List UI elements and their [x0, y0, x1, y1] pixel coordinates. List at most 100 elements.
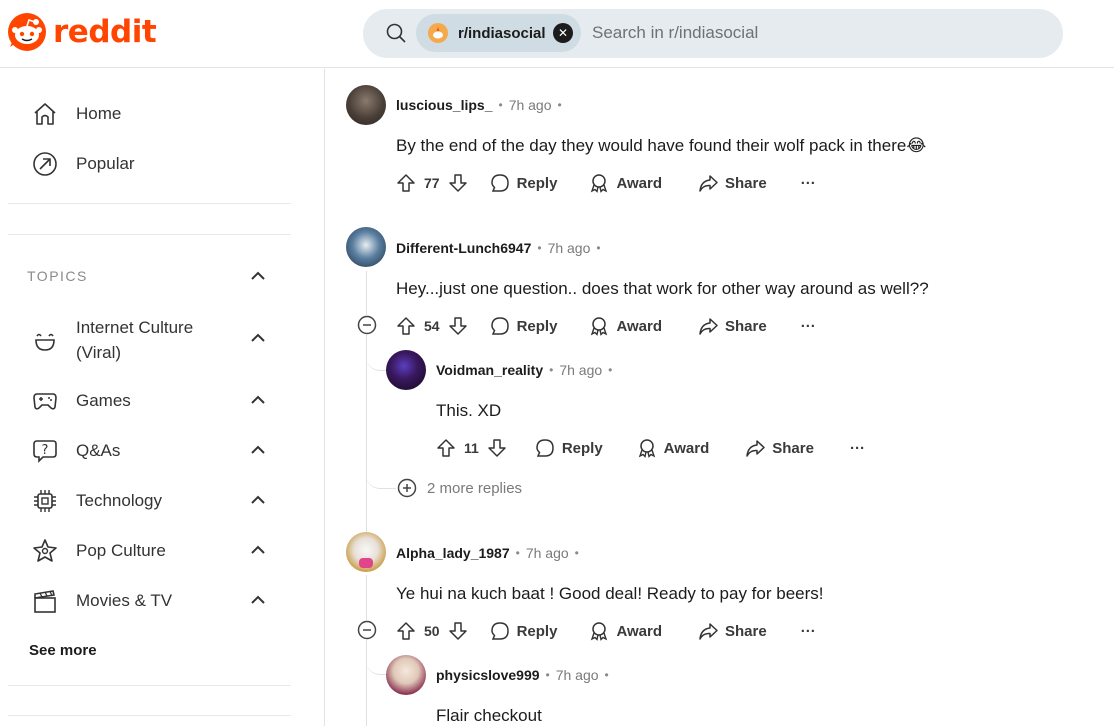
comment-bubble-icon: [490, 174, 509, 192]
avatar[interactable]: [346, 227, 386, 267]
share-button[interactable]: Share: [698, 173, 767, 193]
thread-line[interactable]: [366, 271, 367, 555]
more-options-button[interactable]: ···: [801, 175, 816, 192]
sidebar-topic-pop-culture[interactable]: Pop Culture: [32, 538, 166, 564]
chevron-up-icon[interactable]: [249, 544, 267, 556]
award-icon: [591, 174, 608, 193]
award-icon: [638, 439, 655, 458]
subreddit-filter-chip[interactable]: r/indiasocial ✕: [416, 14, 581, 52]
username[interactable]: Alpha_lady_1987: [396, 545, 510, 561]
chevron-up-icon[interactable]: [249, 332, 267, 344]
collapse-thread-icon[interactable]: [357, 620, 377, 640]
more-options-button[interactable]: ···: [850, 440, 865, 457]
see-more-link[interactable]: See more: [29, 642, 97, 659]
upvote-icon[interactable]: [396, 316, 416, 336]
avatar[interactable]: [346, 85, 386, 125]
share-button[interactable]: Share: [745, 438, 814, 458]
award-label: Award: [663, 439, 710, 457]
vote-count: 50: [424, 623, 440, 639]
comment-body: Hey...just one question.. does that work…: [396, 279, 929, 298]
sidebar-item-home[interactable]: Home: [32, 101, 121, 127]
more-options-button[interactable]: ···: [801, 623, 816, 640]
share-button[interactable]: Share: [698, 621, 767, 641]
reddit-logo[interactable]: reddit: [7, 12, 157, 52]
upvote-icon[interactable]: [436, 438, 456, 458]
comment-body: Ye hui na kuch baat ! Good deal! Ready t…: [396, 584, 824, 603]
downvote-icon[interactable]: [448, 316, 468, 336]
avatar-detail: [359, 558, 373, 568]
comment-actions: 54 Reply Award Share ···: [396, 314, 816, 338]
username[interactable]: Voidman_reality: [436, 362, 543, 378]
comment-body: By the end of the day they would have fo…: [396, 136, 927, 155]
share-icon: [699, 175, 718, 192]
share-button[interactable]: Share: [698, 316, 767, 336]
sidebar-item-popular[interactable]: Popular: [32, 151, 135, 177]
sidebar-topic-label: (Viral): [76, 343, 122, 362]
award-label: Award: [616, 622, 663, 640]
more-options-button[interactable]: ···: [801, 318, 816, 335]
sidebar-item-label: Popular: [76, 154, 135, 173]
gamepad-icon: [33, 393, 57, 410]
chevron-up-icon[interactable]: [249, 594, 267, 606]
separator: •: [498, 98, 503, 112]
chevron-up-icon[interactable]: [249, 444, 267, 456]
sidebar-divider: [8, 715, 291, 716]
share-icon: [699, 318, 718, 335]
chevron-up-icon[interactable]: [249, 494, 267, 506]
username[interactable]: Different-Lunch6947: [396, 240, 531, 256]
sidebar-topic-games[interactable]: Games: [32, 388, 131, 414]
downvote-icon[interactable]: [448, 621, 468, 641]
sidebar-topic-technology[interactable]: Technology: [32, 488, 162, 514]
comment-actions: 50 Reply Award Share ···: [396, 619, 816, 643]
award-button[interactable]: Award: [589, 316, 662, 336]
timestamp: 7h ago: [547, 240, 591, 256]
collapse-thread-icon[interactable]: [357, 315, 377, 335]
vote-control: 54: [396, 316, 468, 336]
reply-button[interactable]: Reply: [490, 173, 557, 193]
popular-icon: [33, 152, 57, 176]
subreddit-icon: [433, 27, 443, 39]
more-replies-button[interactable]: 2 more replies: [397, 478, 522, 498]
expand-icon: [397, 478, 417, 498]
reply-button[interactable]: Reply: [490, 316, 557, 336]
award-button[interactable]: Award: [589, 173, 662, 193]
close-icon: ✕: [557, 26, 569, 40]
vote-count: 77: [424, 175, 440, 191]
downvote-icon[interactable]: [448, 173, 468, 193]
chevron-up-icon[interactable]: [249, 394, 267, 406]
logo-text: reddit: [53, 14, 157, 50]
sidebar-topic-movies-tv[interactable]: Movies & TV: [32, 588, 172, 614]
remove-filter-button[interactable]: ✕: [553, 23, 573, 43]
vote-count: 54: [424, 318, 440, 334]
sidebar-topic-qas[interactable]: ? Q&As: [32, 438, 120, 464]
avatar[interactable]: [346, 532, 386, 572]
comment-meta: physicslove999 • 7h ago •: [436, 667, 615, 683]
sidebar-topic-label: Pop Culture: [76, 541, 166, 560]
thread-connector: [366, 471, 396, 489]
reply-button[interactable]: Reply: [490, 621, 557, 641]
sidebar-topic-internet-culture[interactable]: Internet Culture (Viral): [32, 315, 193, 365]
search-input[interactable]: Search in r/indiasocial: [592, 23, 758, 43]
avatar[interactable]: [386, 350, 426, 390]
comment-bubble-icon: [490, 622, 509, 640]
upvote-icon[interactable]: [396, 173, 416, 193]
sidebar-item-label: Home: [76, 104, 122, 123]
reply-button[interactable]: Reply: [535, 438, 603, 458]
separator: •: [537, 241, 542, 255]
award-button[interactable]: Award: [589, 621, 662, 641]
search-icon: [386, 23, 406, 43]
avatar[interactable]: [386, 655, 426, 695]
username[interactable]: luscious_lips_: [396, 97, 492, 113]
vote-count: 11: [464, 440, 479, 456]
more-replies-label: 2 more replies: [427, 479, 523, 497]
separator: •: [545, 668, 550, 682]
award-icon: [591, 317, 608, 336]
timestamp: 7h ago: [508, 97, 552, 113]
award-button[interactable]: Award: [637, 438, 710, 458]
username[interactable]: physicslove999: [436, 667, 540, 683]
downvote-icon[interactable]: [487, 438, 507, 458]
upvote-icon[interactable]: [396, 621, 416, 641]
svg-text:?: ?: [42, 443, 49, 458]
search-bar[interactable]: r/indiasocial ✕ Search in r/indiasocial: [363, 9, 1063, 58]
chevron-up-icon[interactable]: [249, 270, 267, 282]
